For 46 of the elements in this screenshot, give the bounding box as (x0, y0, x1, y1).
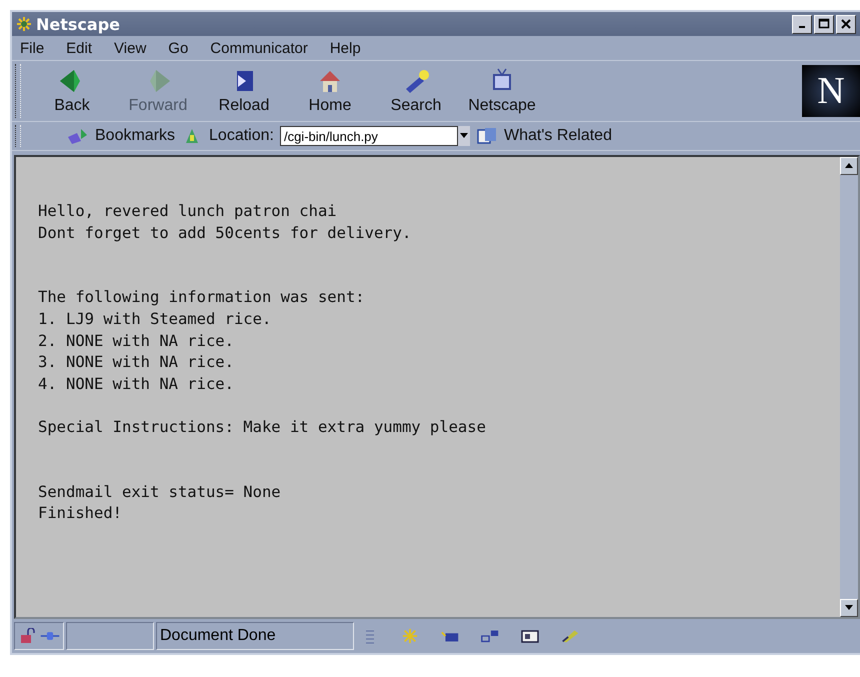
toolbar-button[interactable]: Home (289, 67, 371, 115)
toolbar-button[interactable]: Back (31, 67, 113, 115)
minimize-icon (799, 26, 805, 28)
related-icon (476, 127, 498, 145)
app-icon (16, 16, 32, 32)
close-button[interactable] (836, 14, 856, 34)
text-line: Special Instructions: Make it extra yummy please (38, 416, 487, 438)
toolbar-button[interactable]: Netscape (461, 67, 543, 115)
whats-related-button[interactable]: What's Related (504, 127, 612, 145)
location-field[interactable]: /cgi-bin/lunch.py (280, 126, 458, 146)
bookmark-icon (67, 127, 89, 145)
text-line: 3. NONE with NA rice. (38, 352, 235, 374)
maximize-button[interactable] (814, 14, 834, 34)
lock-icon (18, 628, 38, 644)
text-line: Sendmail exit status= None (38, 482, 282, 503)
menu-item[interactable]: Edit (66, 40, 92, 56)
text-line: Finished! (38, 503, 123, 524)
toolbar-button[interactable]: Search (375, 67, 457, 115)
text-line: Dont forget to add 50cents for delivery. (38, 222, 412, 244)
down-arrow-icon (845, 605, 853, 611)
menu-item[interactable]: View (114, 40, 146, 56)
menu-item[interactable]: Communicator (210, 40, 308, 56)
location-label: Location: (209, 127, 274, 145)
address-book-icon[interactable] (520, 628, 540, 644)
scrollbar[interactable] (840, 157, 858, 617)
minimize-button[interactable] (792, 14, 812, 34)
caret-icon (460, 133, 468, 139)
window-title: Netscape (36, 14, 120, 34)
text-line: Hello, revered lunch patron chai (38, 201, 338, 222)
text-line: 1. LJ9 with Steamed rice. (38, 308, 272, 330)
status-text: Document Done (160, 627, 276, 645)
menu-item[interactable]: Help (330, 40, 361, 56)
chat-icon[interactable] (480, 628, 500, 644)
maximize-icon (818, 18, 830, 30)
up-arrow-icon (845, 163, 853, 169)
close-icon (840, 18, 852, 30)
text-line: The following information was sent: (38, 287, 366, 308)
bookmarks-button[interactable]: Bookmarks (95, 127, 176, 145)
netscape-logo: N (802, 65, 860, 117)
menu-item[interactable]: File (20, 40, 44, 56)
menu-item[interactable]: Go (168, 40, 188, 56)
text-line: 4. NONE with NA rice. (38, 374, 235, 395)
composer-icon[interactable] (560, 628, 580, 644)
dropdown-button[interactable] (458, 126, 470, 146)
toolbar-button[interactable]: Reload (203, 67, 285, 115)
text-line: 2. NONE with NA rice. (38, 330, 235, 352)
